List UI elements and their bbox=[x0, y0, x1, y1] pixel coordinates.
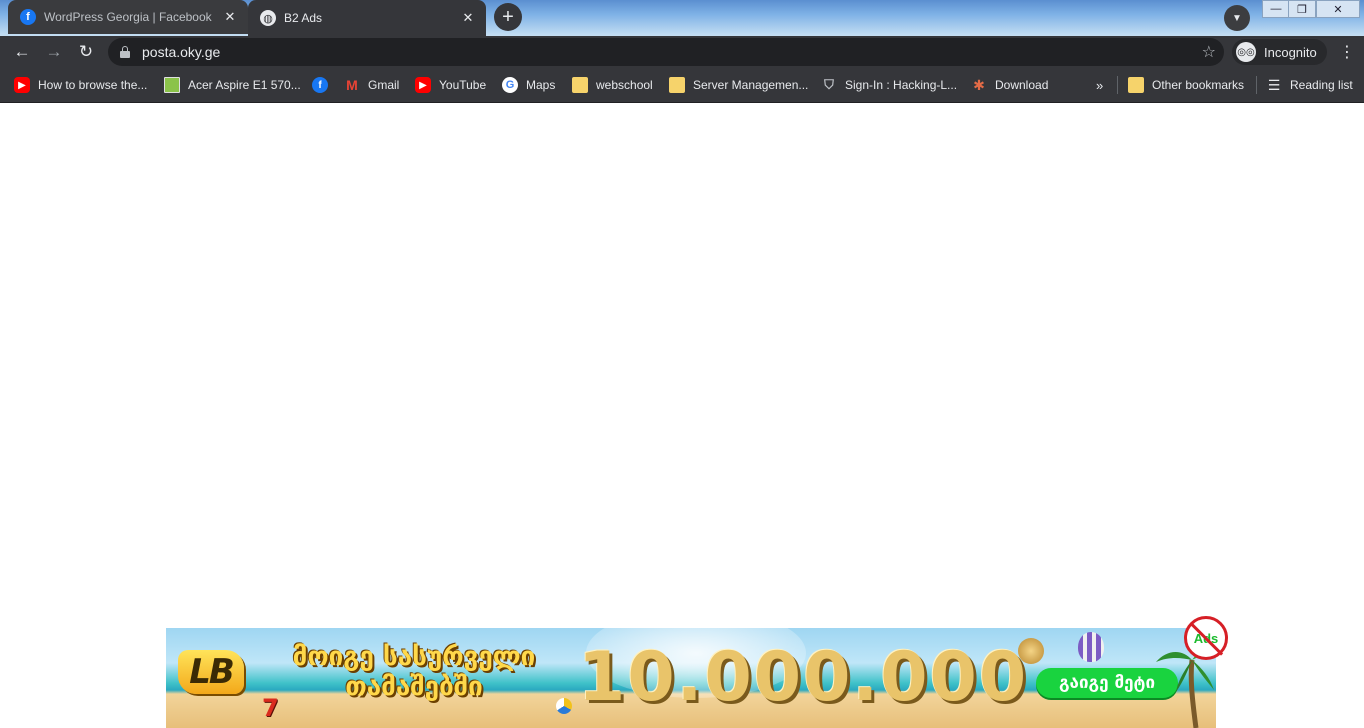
minimize-button[interactable]: — bbox=[1262, 0, 1290, 18]
shield-icon: ⛉ bbox=[824, 77, 834, 92]
bookmarks-bar: ▶ How to browse the... Acer Aspire E1 57… bbox=[0, 68, 1364, 103]
back-button[interactable]: ← bbox=[9, 39, 35, 65]
bookmark-label: Other bookmarks bbox=[1152, 78, 1245, 92]
bookmarks-divider bbox=[1256, 76, 1257, 94]
bookmark-gmail[interactable]: M Gmail bbox=[344, 74, 399, 96]
reading-list-button[interactable]: ☰ Reading list bbox=[1266, 74, 1353, 96]
google-icon: G bbox=[502, 77, 518, 93]
bookmark-server-management[interactable]: Server Managemen... bbox=[669, 74, 808, 96]
bookmark-webschool[interactable]: webschool bbox=[572, 74, 653, 96]
bookmark-sign-in-hacking[interactable]: ⛉ Sign-In : Hacking-L... bbox=[821, 74, 957, 96]
ad-coin-icon bbox=[1018, 638, 1044, 664]
url-text: posta.oky.ge bbox=[142, 44, 221, 60]
browser-chrome: f WordPress Georgia | Facebook ✕ ◍ B2 Ad… bbox=[0, 0, 1364, 103]
ad-logo: LB bbox=[178, 650, 244, 694]
folder-icon bbox=[669, 77, 685, 93]
bookmark-maps[interactable]: G Maps bbox=[502, 74, 555, 96]
bookmark-facebook[interactable]: f bbox=[312, 74, 336, 96]
folder-icon bbox=[572, 77, 588, 93]
bookmark-label: Sign-In : Hacking-L... bbox=[845, 78, 958, 92]
ad-hot-air-balloon-icon bbox=[1078, 632, 1104, 662]
forward-button[interactable]: → bbox=[41, 39, 67, 65]
acer-icon bbox=[164, 77, 180, 93]
tab-wordpress-georgia[interactable]: f WordPress Georgia | Facebook ✕ bbox=[8, 0, 248, 34]
more-bookmarks-chevron-icon[interactable]: » bbox=[1096, 74, 1103, 96]
tab-search-button[interactable]: ▼ bbox=[1224, 5, 1250, 31]
bookmark-star-icon[interactable]: ☆ bbox=[1202, 42, 1216, 62]
facebook-icon: f bbox=[312, 77, 328, 93]
bookmark-label: Download bbox=[995, 78, 1049, 92]
incognito-profile-button[interactable]: ◎◎ Incognito bbox=[1232, 39, 1327, 65]
ad-prize-amount: 10.000.000 bbox=[578, 638, 1029, 717]
address-bar[interactable]: posta.oky.ge ☆ bbox=[108, 38, 1224, 66]
adblock-badge[interactable]: Ads bbox=[1184, 616, 1228, 660]
bookmark-label: Server Managemen... bbox=[693, 78, 809, 92]
download-icon: ✱ bbox=[973, 76, 985, 93]
facebook-icon: f bbox=[20, 9, 36, 25]
tab-title: B2 Ads bbox=[284, 11, 323, 25]
bookmark-label: YouTube bbox=[439, 78, 487, 92]
ad-seven-symbol: 7 bbox=[262, 694, 279, 722]
reading-list-icon: ☰ bbox=[1267, 76, 1281, 93]
tab-close-icon[interactable]: ✕ bbox=[222, 9, 238, 25]
incognito-label: Incognito bbox=[1264, 44, 1317, 60]
ad-beach-ball-icon bbox=[556, 698, 572, 714]
tab-strip: f WordPress Georgia | Facebook ✕ ◍ B2 Ad… bbox=[0, 0, 1364, 36]
youtube-icon: ▶ bbox=[14, 77, 30, 93]
globe-icon: ◍ bbox=[260, 10, 276, 26]
incognito-icon: ◎◎ bbox=[1236, 42, 1256, 62]
bookmark-how-to-browse[interactable]: ▶ How to browse the... bbox=[14, 74, 147, 96]
bookmark-label: webschool bbox=[596, 78, 653, 92]
window-close-button[interactable]: ✕ bbox=[1316, 0, 1360, 18]
ad-banner[interactable]: LB მოიგე სასურველი თამაშებში 7 10.000.00… bbox=[166, 628, 1216, 728]
youtube-icon: ▶ bbox=[415, 77, 431, 93]
reload-button[interactable]: ↻ bbox=[73, 39, 99, 65]
bookmark-label: How to browse the... bbox=[38, 78, 148, 92]
bookmarks-divider bbox=[1117, 76, 1118, 94]
bookmark-label: Reading list bbox=[1290, 78, 1353, 92]
bookmark-label: Acer Aspire E1 570... bbox=[188, 78, 301, 92]
gmail-icon: M bbox=[346, 77, 358, 93]
bookmark-label: Maps bbox=[526, 78, 556, 92]
toolbar: ← → ↻ posta.oky.ge ☆ ◎◎ Incognito ⋮ bbox=[0, 36, 1364, 68]
folder-icon bbox=[1128, 77, 1144, 93]
maximize-button[interactable]: ❐ bbox=[1288, 0, 1316, 18]
new-tab-button[interactable]: + bbox=[494, 3, 522, 31]
tab-b2-ads[interactable]: ◍ B2 Ads ✕ bbox=[248, 0, 486, 36]
bookmark-youtube[interactable]: ▶ YouTube bbox=[415, 74, 486, 96]
bookmark-label: Gmail bbox=[368, 78, 400, 92]
bookmark-download[interactable]: ✱ Download bbox=[971, 74, 1048, 96]
lock-icon[interactable] bbox=[120, 46, 130, 58]
ad-slogan: მოიგე სასურველი თამაშებში bbox=[292, 642, 536, 702]
tab-title: WordPress Georgia | Facebook bbox=[44, 10, 212, 24]
bookmark-acer-aspire[interactable]: Acer Aspire E1 570... bbox=[164, 74, 301, 96]
menu-kebab-icon[interactable]: ⋮ bbox=[1336, 39, 1358, 65]
bookmark-other-bookmarks[interactable]: Other bookmarks bbox=[1128, 74, 1244, 96]
tab-close-icon[interactable]: ✕ bbox=[460, 10, 476, 26]
